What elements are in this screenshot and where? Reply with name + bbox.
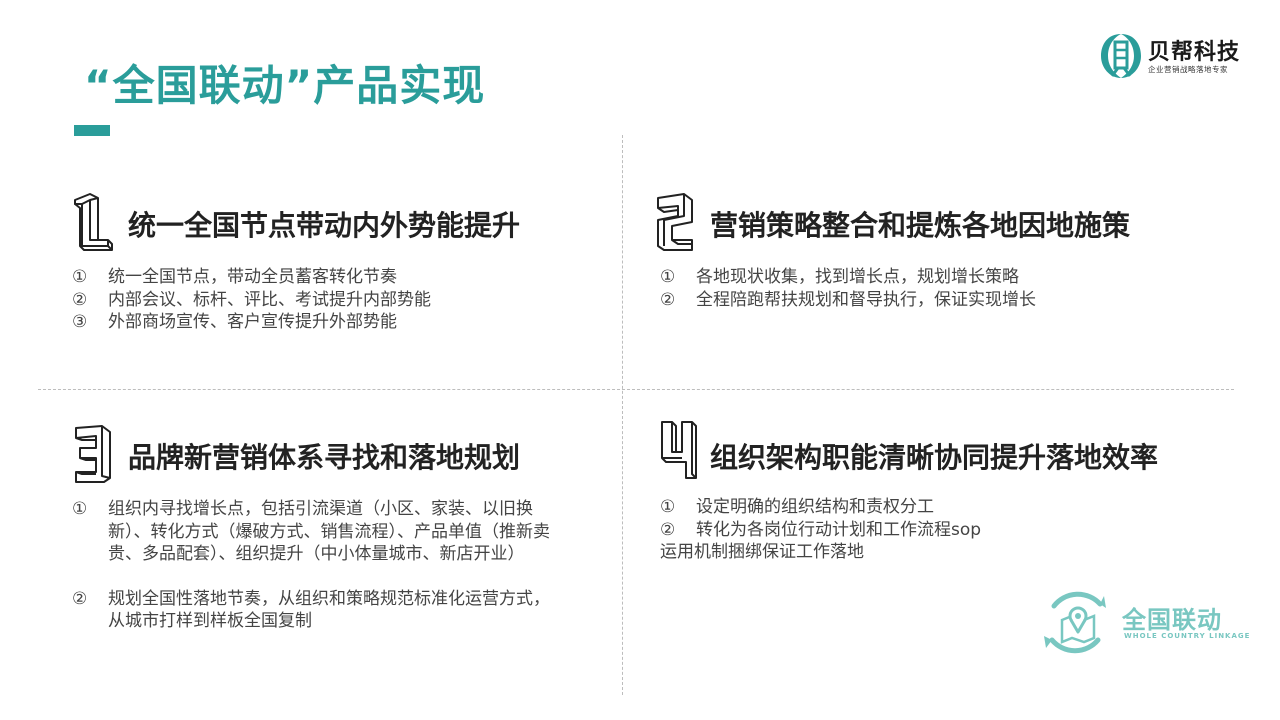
item-text: 外部商场宣传、客户宣传提升外部势能 <box>108 312 397 332</box>
list-item: ② 转化为各岗位行动计划和工作流程sop <box>660 519 1150 542</box>
section-1-list: ① 统一全国节点，带动全员蓄客转化节奏 ② 内部会议、标杆、评比、考试提升内部势… <box>72 266 562 334</box>
horizontal-divider <box>38 389 1234 390</box>
section-3-heading: 品牌新营销体系寻找和落地规划 <box>128 441 521 474</box>
item-marker: ① <box>660 497 676 517</box>
item-text: 规划全国性落地节奏，从组织和策略规范标准化运营方式，从城市打样到样板全国复制 <box>108 588 550 632</box>
list-item: ② 全程陪跑帮扶规划和督导执行，保证实现增长 <box>660 289 1150 312</box>
item-marker: ② <box>660 519 676 540</box>
section-2-list: ① 各地现状收集，找到增长点，规划增长策略 ② 全程陪跑帮扶规划和督导执行，保证… <box>660 266 1150 311</box>
item-text: 统一全国节点，带动全员蓄客转化节奏 <box>108 267 397 287</box>
item-text: 组织内寻找增长点，包括引流渠道（小区、家装、以旧换新）、转化方式（爆破方式、销售… <box>108 499 550 564</box>
item-marker: ③ <box>72 312 88 332</box>
logo-slogan: 企业营销战略落地专家 <box>1148 65 1228 74</box>
logo-mark-icon <box>1101 34 1141 78</box>
section-4-list: ① 设定明确的组织结构和责权分工 ② 转化为各岗位行动计划和工作流程sop 运用… <box>660 496 1150 564</box>
linkage-location-icon <box>1044 591 1106 654</box>
item-marker: ② <box>72 289 88 310</box>
item-marker: ② <box>72 588 88 609</box>
number-1-icon <box>74 193 113 251</box>
list-item: ① 各地现状收集，找到增长点，规划增长策略 <box>660 266 1150 289</box>
list-item: ① 设定明确的组织结构和责权分工 <box>660 496 1150 519</box>
badge-subtitle: WHOLE COUNTRY LINKAGE <box>1124 632 1251 640</box>
vertical-divider <box>622 135 623 695</box>
company-logo: 贝帮科技 企业营销战略落地专家 <box>1098 32 1248 82</box>
section-3-list: ① 组织内寻找增长点，包括引流渠道（小区、家装、以旧换新）、转化方式（爆破方式、… <box>72 498 558 633</box>
number-4-icon <box>661 421 697 479</box>
item-marker: ① <box>72 267 88 287</box>
page-title: “全国联动”产品实现 <box>84 61 486 110</box>
number-2-icon <box>657 193 693 251</box>
item-text: 设定明确的组织结构和责权分工 <box>696 497 934 517</box>
item-marker: ① <box>72 499 88 519</box>
badge-title: 全国联动 <box>1122 606 1222 634</box>
item-text: 内部会议、标杆、评比、考试提升内部势能 <box>108 289 431 310</box>
item-text: 转化为各岗位行动计划和工作流程sop <box>696 519 982 540</box>
list-item: ② 规划全国性落地节奏，从组织和策略规范标准化运营方式，从城市打样到样板全国复制 <box>72 588 558 633</box>
list-item: ① 统一全国节点，带动全员蓄客转化节奏 <box>72 266 562 289</box>
section-2-heading: 营销策略整合和提炼各地因地施策 <box>710 209 1131 242</box>
section-4-extra-line: 运用机制捆绑保证工作落地 <box>660 542 864 562</box>
list-item: ① 组织内寻找增长点，包括引流渠道（小区、家装、以旧换新）、转化方式（爆破方式、… <box>72 498 558 566</box>
logo-name: 贝帮科技 <box>1148 40 1241 65</box>
section-1-heading: 统一全国节点带动内外势能提升 <box>128 209 521 242</box>
item-text: 各地现状收集，找到增长点，规划增长策略 <box>696 267 1019 287</box>
section-4-heading: 组织架构职能清晰协同提升落地效率 <box>710 441 1159 474</box>
item-text: 全程陪跑帮扶规划和督导执行，保证实现增长 <box>696 289 1036 310</box>
item-marker: ① <box>660 267 676 287</box>
number-3-icon <box>75 425 111 483</box>
item-marker: ② <box>660 289 676 310</box>
list-item: ② 内部会议、标杆、评比、考试提升内部势能 <box>72 289 562 312</box>
list-item: ③ 外部商场宣传、客户宣传提升外部势能 <box>72 311 562 334</box>
title-accent-bar <box>74 125 110 136</box>
national-linkage-badge: 全国联动 WHOLE COUNTRY LINKAGE <box>1040 586 1249 658</box>
